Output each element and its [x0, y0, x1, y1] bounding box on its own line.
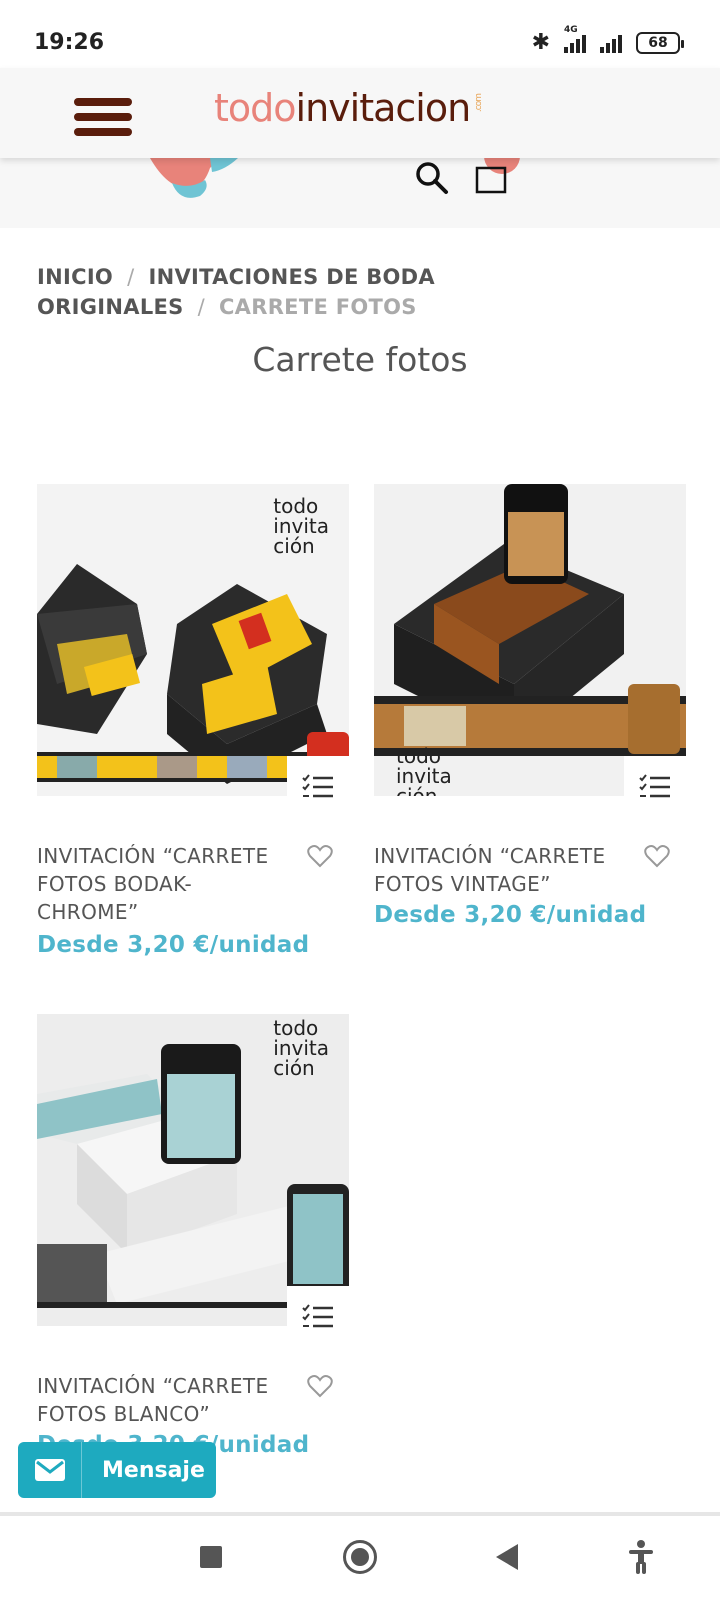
page-title: Carrete fotos [252, 340, 468, 379]
list-icon [639, 774, 670, 798]
quick-view-button[interactable] [287, 756, 349, 818]
menu-icon[interactable] [74, 98, 132, 140]
back-icon[interactable] [496, 1544, 518, 1570]
product-image[interactable]: todo invita ción [374, 484, 686, 796]
status-time: 19:26 [34, 30, 105, 55]
product-name[interactable]: INVITACIÓN “CARRETE FOTOS VINTAGE” [374, 842, 624, 898]
site-header: todoinvitacion .com [0, 68, 720, 158]
breadcrumb-home[interactable]: INICIO [37, 265, 113, 289]
product-name[interactable]: INVITACIÓN “CARRETE FOTOS BLANCO” [37, 1372, 287, 1428]
wishlist-heart-icon[interactable] [307, 844, 333, 868]
bird-logo-icon [150, 158, 238, 198]
message-button[interactable]: Mensaje [18, 1442, 216, 1498]
breadcrumb: INICIO / INVITACIONES DE BODA ORIGINALES / C… [37, 265, 435, 319]
product-card: todo invita ción INVITACIÓN “CARRETE FOTOS… [37, 484, 349, 958]
battery-icon: 68 [636, 31, 684, 54]
list-icon [302, 774, 333, 798]
search-icon[interactable] [414, 160, 450, 196]
header-tools [0, 152, 720, 228]
product-price: Desde 3,20 €/unidad [37, 932, 310, 958]
bluetooth-icon: ✱ [531, 30, 550, 55]
envelope-icon [18, 1442, 82, 1498]
product-image[interactable]: todo invita ción [37, 484, 349, 796]
wishlist-heart-icon[interactable] [307, 1374, 333, 1398]
system-nav-bar [0, 1516, 720, 1600]
product-price: Desde 3,20 €/unidad [374, 902, 647, 928]
message-button-label: Mensaje [102, 1457, 205, 1483]
product-image[interactable]: todo invita ción [37, 1014, 349, 1326]
quick-view-button[interactable] [287, 1286, 349, 1348]
signal-icon [600, 33, 622, 53]
watermark: todo invita ción [273, 1016, 329, 1080]
quick-view-button[interactable] [624, 756, 686, 818]
cart-icon[interactable] [474, 158, 510, 194]
recents-icon[interactable] [200, 1546, 222, 1568]
product-name[interactable]: INVITACIÓN “CARRETE FOTOS BODAK-CHROME” [37, 842, 287, 926]
watermark: todo invita ción [273, 494, 329, 558]
watermark: todo invita ción [396, 744, 452, 796]
signal-4g-icon: 4G [564, 25, 586, 53]
status-bar: 19:26 ✱ 4G 68 [0, 0, 720, 68]
wishlist-heart-icon[interactable] [644, 844, 670, 868]
status-icons: ✱ 4G 68 [531, 25, 684, 55]
list-icon [302, 1304, 333, 1328]
accessibility-icon[interactable] [628, 1540, 654, 1574]
product-card: todo invita ción INVITACIÓN “CARRETE FOTOS… [374, 484, 686, 928]
breadcrumb-current: CARRETE FOTOS [218, 295, 417, 319]
product-card: todo invita ción INVITACIÓN “CARRETE FOTOS… [37, 1014, 349, 1458]
site-logo[interactable]: todoinvitacion .com [214, 86, 484, 130]
home-icon[interactable] [343, 1540, 377, 1574]
